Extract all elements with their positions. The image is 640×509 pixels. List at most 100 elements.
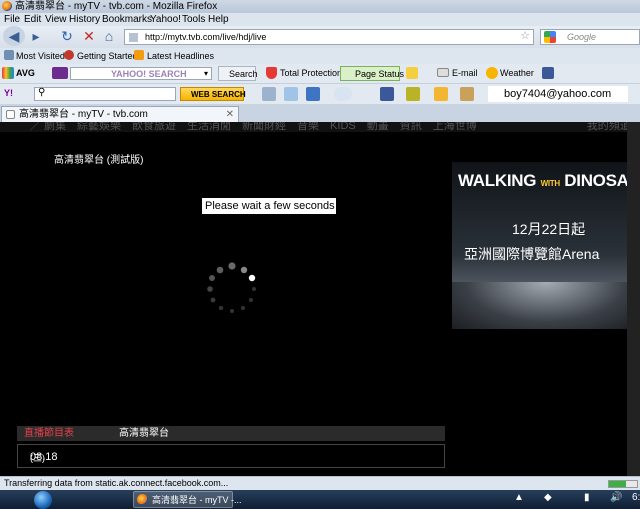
channel-title: 高清翡翠台 (測試版) xyxy=(54,155,144,166)
reload-button[interactable]: ↻ xyxy=(58,26,76,46)
page-status-button[interactable]: Page Status xyxy=(340,66,404,81)
facebook-icon[interactable] xyxy=(542,67,554,79)
news-icon[interactable] xyxy=(434,87,448,101)
tab-label: 高清翡翠台 - myTV - tvb.com xyxy=(19,109,148,120)
bookmark-latest-headlines[interactable]: Latest Headlines xyxy=(147,48,214,64)
bookmarks-icon[interactable] xyxy=(284,87,298,101)
google-icon[interactable] xyxy=(544,31,556,43)
start-button[interactable] xyxy=(34,491,52,509)
bookmark-star-icon[interactable]: ☆ xyxy=(520,29,530,42)
avg-search-button[interactable]: Search xyxy=(218,66,258,81)
web-search-label: WEB SEARCH xyxy=(191,90,246,99)
yahoo-toolbar: Y! ⚲ WEB SEARCH boy7404@yahoo.com xyxy=(0,84,640,104)
back-arrow-icon: ◀ xyxy=(8,28,20,44)
taskbar-firefox-window[interactable]: 高清翡翠台 - myTV -... xyxy=(133,491,242,508)
url-text: http://mytv.tvb.com/live/hdj/live xyxy=(145,32,267,42)
menu-yahoo[interactable]: Yahoo! xyxy=(150,13,181,26)
ad-brand: WALKING WITH DINOSAURS xyxy=(458,171,640,190)
forward-arrow-icon: ▸ xyxy=(32,28,40,44)
page-status-label: Page Status xyxy=(355,69,405,79)
url-bar[interactable]: http://mytv.tvb.com/live/hdj/live ☆ xyxy=(124,29,534,45)
yahoo-search-logo-icon xyxy=(52,67,68,79)
bookmark-getting-started[interactable]: Getting Started xyxy=(77,48,138,64)
menu-edit[interactable]: Edit xyxy=(24,13,41,26)
yahoo-search-input[interactable]: YAHOO! SEARCH xyxy=(70,67,212,80)
email-button[interactable]: E-mail xyxy=(452,64,478,82)
photos-icon[interactable] xyxy=(460,87,474,101)
avg-search-label: Search xyxy=(229,69,258,79)
web-page: ╱ 劇集 綜藝娛樂 飲食旅遊 生活消閒 新聞財經 音樂 KIDS 動畫 資訊 上… xyxy=(0,122,640,476)
home-button[interactable]: ⌂ xyxy=(100,26,118,46)
weather-button[interactable]: Weather xyxy=(500,64,534,82)
status-text: Transferring data from static.ak.connect… xyxy=(4,478,229,488)
menu-view[interactable]: View xyxy=(45,13,67,26)
tray-app-icon[interactable]: ◆ xyxy=(544,492,552,503)
loading-spinner-icon xyxy=(207,262,256,313)
tray-network-icon[interactable]: ▲ xyxy=(514,492,524,503)
reload-icon: ↻ xyxy=(61,28,73,44)
page-scrollbar[interactable] xyxy=(627,122,640,476)
loading-message: Please wait a few seconds xyxy=(202,198,336,214)
schedule-date-row: 08.18 (三) xyxy=(17,444,445,468)
most-visited-icon xyxy=(4,50,14,60)
site-nav-strip: ╱ 劇集 綜藝娛樂 飲食旅遊 生活消閒 新聞財經 音樂 KIDS 動畫 資訊 上… xyxy=(0,122,640,132)
yahoo-logo[interactable]: Y! xyxy=(4,84,13,102)
dinosaurs-ad-banner[interactable]: WALKING WITH DINOSAURS 12月22日起 亞洲國際博覽館Ar… xyxy=(452,162,640,329)
tab-mytv[interactable]: 高清翡翠台 - myTV - tvb.com ✕ xyxy=(1,106,239,122)
avg-label[interactable]: AVG xyxy=(16,64,35,82)
site-nav-fragment[interactable]: ╱ 劇集 綜藝娛樂 飲食旅遊 生活消閒 新聞財經 音樂 KIDS 動畫 資訊 上… xyxy=(30,122,631,132)
menu-file[interactable]: File xyxy=(4,13,20,26)
window-title-bar: 高清翡翠台 - myTV - tvb.com - Mozilla Firefox xyxy=(0,0,640,13)
clock[interactable]: 6: xyxy=(632,492,640,503)
search-placeholder: Google xyxy=(567,32,597,42)
avg-logo-icon xyxy=(2,67,14,79)
facebook-toolbar-icon[interactable] xyxy=(380,87,394,101)
yahoo-search-placeholder: YAHOO! SEARCH xyxy=(111,69,187,79)
shield-icon xyxy=(266,67,277,79)
avg-toolbar: AVG YAHOO! SEARCH ▾ Search Total Protect… xyxy=(0,64,640,84)
menu-history[interactable]: History xyxy=(69,13,100,26)
user-email: boy7404@yahoo.com xyxy=(504,88,612,100)
menu-help[interactable]: Help xyxy=(208,13,229,26)
weather-cloud-icon[interactable] xyxy=(334,87,352,101)
back-button[interactable]: ◀ xyxy=(3,26,25,46)
yahoo-mail-icon[interactable] xyxy=(306,87,320,101)
menu-bar: File Edit View History Bookmarks Yahoo! … xyxy=(0,13,640,26)
close-tab-icon[interactable]: ✕ xyxy=(226,107,234,122)
games-icon[interactable] xyxy=(406,87,420,101)
magnifier-icon: ⚲ xyxy=(38,87,46,98)
tab-bar: 高清翡翠台 - myTV - tvb.com ✕ xyxy=(0,104,640,122)
windows-taskbar: 高清翡翠台 - myTV -... ▲ ◆ ▮ 🔊 6: xyxy=(0,490,640,509)
schedule-header: 直播節目表 高清翡翠台 xyxy=(17,426,445,441)
email-icon xyxy=(437,68,449,77)
system-tray: ▲ ◆ ▮ 🔊 6: xyxy=(514,490,640,509)
avg-settings-icon[interactable] xyxy=(406,67,418,79)
firefox-icon xyxy=(2,1,12,11)
schedule-tab-live[interactable]: 直播節目表 xyxy=(24,426,74,441)
tab-favicon-icon xyxy=(6,110,15,119)
status-bar: Transferring data from static.ak.connect… xyxy=(0,476,640,490)
menu-tools[interactable]: Tools xyxy=(182,13,205,26)
search-engine-box[interactable]: Google xyxy=(540,29,640,45)
yahoo-toolbar-search-input[interactable]: ⚲ xyxy=(34,87,176,101)
home-icon: ⌂ xyxy=(104,28,114,44)
schedule-channel: 高清翡翠台 xyxy=(119,428,169,439)
forward-button[interactable]: ▸ xyxy=(27,26,45,46)
taskbar-task-label: 高清翡翠台 - myTV -... xyxy=(152,495,242,505)
stop-button[interactable]: ✕ xyxy=(80,26,98,46)
pencil-icon[interactable] xyxy=(262,87,276,101)
tray-signal-icon[interactable]: ▮ xyxy=(584,492,590,503)
web-search-button[interactable]: WEB SEARCH xyxy=(180,87,246,101)
ad-venue: 亞洲國際博覽館Arena xyxy=(464,246,600,262)
search-dropdown-icon[interactable]: ▾ xyxy=(204,67,214,80)
menu-bookmarks[interactable]: Bookmarks xyxy=(102,13,152,26)
weather-sun-icon xyxy=(486,67,498,79)
loading-progress-bar xyxy=(608,480,638,488)
volume-icon[interactable]: 🔊 xyxy=(610,492,622,503)
user-account-box[interactable]: boy7404@yahoo.com xyxy=(488,86,628,102)
bookmarks-toolbar: Most Visited Getting Started Latest Head… xyxy=(0,48,640,64)
getting-started-icon xyxy=(64,50,74,60)
rss-feed-icon xyxy=(134,50,144,60)
bookmark-most-visited[interactable]: Most Visited xyxy=(16,48,65,64)
total-protection[interactable]: Total Protection xyxy=(280,64,342,82)
